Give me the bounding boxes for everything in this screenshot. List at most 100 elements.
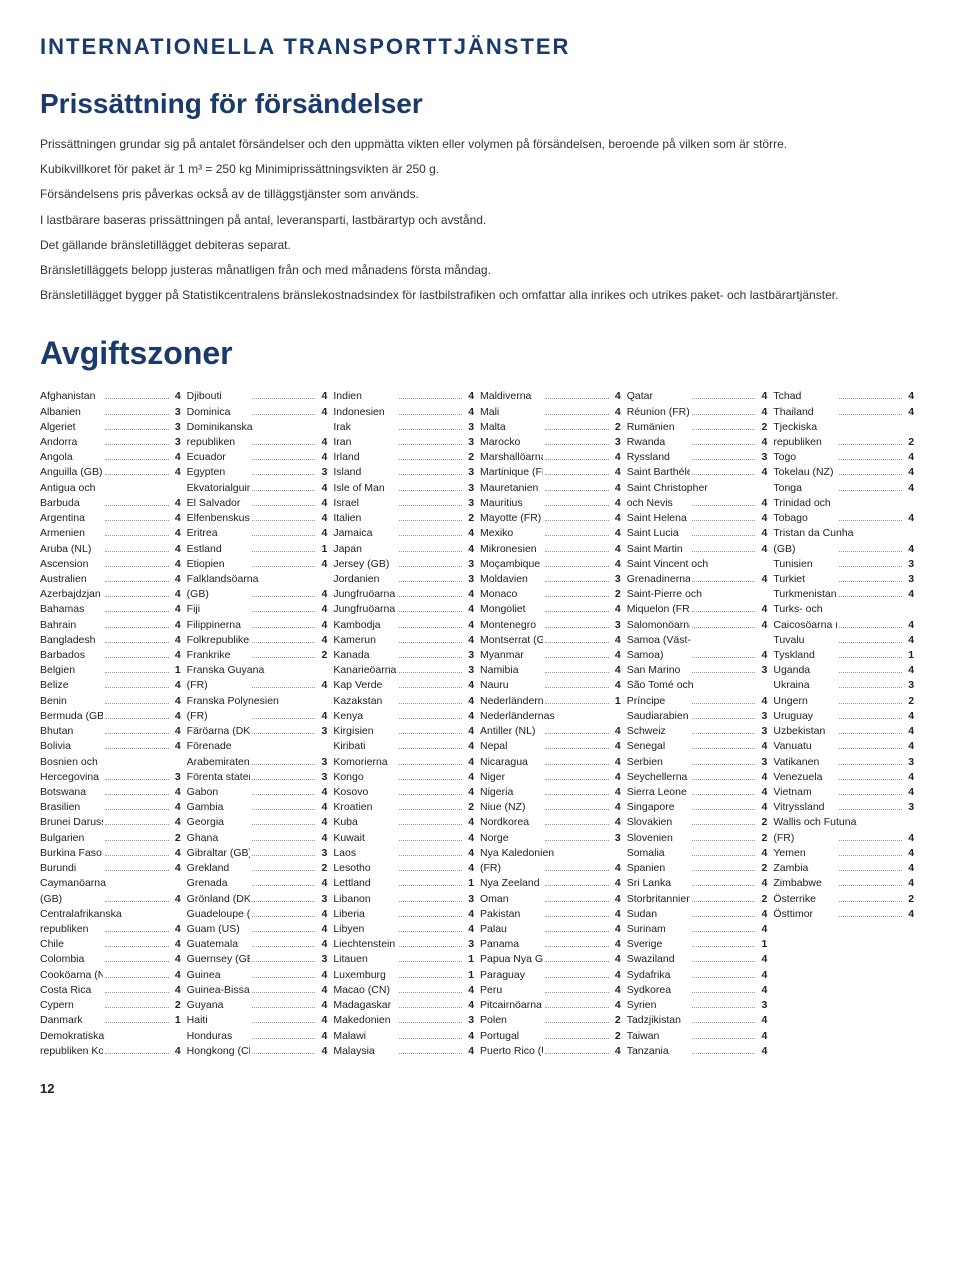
country-name: Japan <box>333 542 396 557</box>
list-item: Swaziland4 <box>627 952 768 967</box>
country-name: Moldavien <box>480 572 543 587</box>
dots <box>692 398 755 399</box>
country-name: Nepal <box>480 739 543 754</box>
country-name: Grenada <box>187 876 250 891</box>
list-item: Niger4 <box>480 770 621 785</box>
country-name: Venezuela <box>773 770 836 785</box>
country-name: Mali <box>480 405 543 420</box>
list-item: Marocko3 <box>480 435 621 450</box>
dots <box>252 931 315 932</box>
zone-number: 4 <box>464 405 474 420</box>
list-item: Kiribati4 <box>333 739 474 754</box>
zone-number: 4 <box>611 983 621 998</box>
list-item: Norge3 <box>480 831 621 846</box>
dots <box>545 429 608 430</box>
zone-number: 4 <box>611 937 621 952</box>
dots <box>105 703 168 704</box>
intro-4: I lastbärare baseras prissättningen på a… <box>40 211 920 230</box>
list-item: Falklandsöarna <box>187 572 328 587</box>
country-name: Maldiverna <box>480 389 543 404</box>
country-name: Algeriet <box>40 420 103 435</box>
dots <box>839 551 902 552</box>
country-name: Vanuatu <box>773 739 836 754</box>
list-item: Mauritius4 <box>480 496 621 511</box>
country-name: Nicaragua <box>480 755 543 770</box>
dots <box>545 611 608 612</box>
country-name: Brunei Darussalam <box>40 815 103 830</box>
list-item: Honduras4 <box>187 1029 328 1044</box>
list-item: Belgien1 <box>40 663 181 678</box>
dots <box>545 840 608 841</box>
country-name: (FR) <box>480 861 543 876</box>
dots <box>839 748 902 749</box>
column-2: Djibouti4Dominica4Dominikanskarepubliken… <box>187 389 334 1059</box>
zone-number: 4 <box>904 481 914 496</box>
list-item: Bahrain4 <box>40 618 181 633</box>
dots <box>692 657 755 658</box>
country-name: Peru <box>480 983 543 998</box>
country-name: Tjeckiska <box>773 420 914 435</box>
dots <box>105 1007 168 1008</box>
dots <box>105 718 168 719</box>
list-item: Bahamas4 <box>40 602 181 617</box>
dots <box>839 672 902 673</box>
dots <box>692 1053 755 1054</box>
zone-number: 4 <box>904 618 914 633</box>
list-item: Brasilien4 <box>40 800 181 815</box>
dots <box>692 870 755 871</box>
zone-number: 2 <box>757 861 767 876</box>
list-item: Angola4 <box>40 450 181 465</box>
dots <box>399 687 462 688</box>
country-name: Sudan <box>627 907 690 922</box>
list-item: Jordanien3 <box>333 572 474 587</box>
zone-number: 4 <box>464 983 474 998</box>
dots <box>105 642 168 643</box>
list-item: Hongkong (CN)4 <box>187 1044 328 1059</box>
dots <box>252 490 315 491</box>
country-name: Papua Nya Guinea <box>480 952 543 967</box>
dots <box>692 718 755 719</box>
country-name: Montserrat (GB) <box>480 633 543 648</box>
zone-number: 4 <box>757 968 767 983</box>
list-item: Östtimor4 <box>773 907 914 922</box>
country-name: Centralafrikanska <box>40 907 181 922</box>
zone-number: 4 <box>464 907 474 922</box>
dots <box>692 916 755 917</box>
list-item: och Nevis4 <box>627 496 768 511</box>
country-name: Seychellerna <box>627 770 690 785</box>
zone-number: 4 <box>464 998 474 1013</box>
zone-number: 4 <box>317 1029 327 1044</box>
country-name: Nederländerna <box>480 694 543 709</box>
list-item: Saint Vincent och <box>627 557 768 572</box>
dots <box>105 977 168 978</box>
zone-number: 4 <box>317 405 327 420</box>
list-item: Kongo4 <box>333 770 474 785</box>
country-name: Indien <box>333 389 396 404</box>
list-item: Elfenbenskusten4 <box>187 511 328 526</box>
list-item: Réunion (FR)4 <box>627 405 768 420</box>
dots <box>399 764 462 765</box>
country-name: Argentina <box>40 511 103 526</box>
list-item: Belize4 <box>40 678 181 693</box>
list-item: Danmark1 <box>40 1013 181 1028</box>
country-name: Libanon <box>333 892 396 907</box>
dots <box>105 459 168 460</box>
country-name: Nauru <box>480 678 543 693</box>
list-item: Egypten3 <box>187 465 328 480</box>
zone-number: 4 <box>464 678 474 693</box>
zone-number: 3 <box>757 755 767 770</box>
country-name: Turkiet <box>773 572 836 587</box>
list-item: Bulgarien2 <box>40 831 181 846</box>
zone-number: 3 <box>757 709 767 724</box>
country-name: Tyskland <box>773 648 836 663</box>
country-name: Martinique (FR) <box>480 465 543 480</box>
list-item: Tanzania4 <box>627 1044 768 1059</box>
zone-number: 4 <box>904 542 914 557</box>
country-name: Sierra Leone <box>627 785 690 800</box>
list-item: Tyskland1 <box>773 648 914 663</box>
dots <box>399 809 462 810</box>
list-item: Kroatien2 <box>333 800 474 815</box>
country-name: Egypten <box>187 465 250 480</box>
list-item: Demokratiska <box>40 1029 181 1044</box>
list-item: Luxemburg1 <box>333 968 474 983</box>
